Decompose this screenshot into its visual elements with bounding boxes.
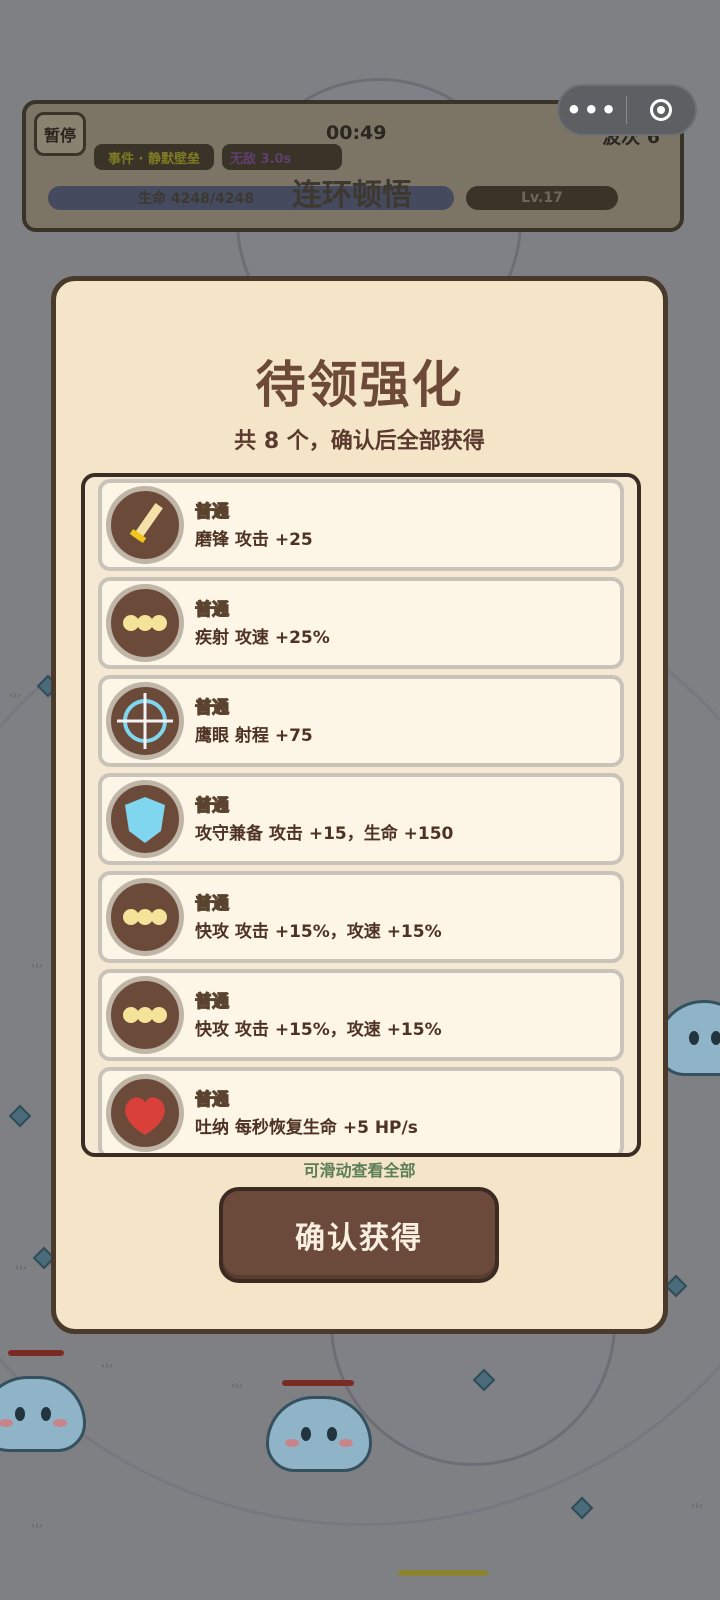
upgrade-desc: 攻守兼备 攻击 +15，生命 +150 xyxy=(195,824,454,844)
rarity-label: 普通 xyxy=(194,795,229,816)
enemy-hp-bar xyxy=(8,1350,64,1356)
pending-upgrades-dialog: 待领强化 共 8 个，确认后全部获得 普通 磨锋 攻击 +25 普通 疾射 攻速… xyxy=(51,276,668,1334)
upgrade-item: 普通 攻守兼备 攻击 +15，生命 +150 xyxy=(98,773,624,865)
grass-tuft: ⺌ xyxy=(100,1363,114,1379)
upgrade-item: 普通 鹰眼 射程 +75 xyxy=(98,675,624,767)
pause-button[interactable]: 暂停 xyxy=(34,112,86,156)
target-icon xyxy=(649,99,672,121)
hp-text: 生命 4248/4248 xyxy=(138,191,254,207)
rarity-label: 普通 xyxy=(194,501,229,522)
enemy-hp-bar xyxy=(282,1380,354,1386)
close-button[interactable] xyxy=(627,99,695,121)
upgrade-desc: 快攻 攻击 +15%，攻速 +15% xyxy=(195,922,442,942)
grass-tuft: ⺌ xyxy=(8,693,22,709)
upgrade-desc: 吐纳 每秒恢复生命 +5 HP/s xyxy=(195,1118,418,1138)
upgrade-item: 普通 快攻 攻击 +15%，攻速 +15% xyxy=(98,871,624,963)
rarity-label: 普通 xyxy=(194,991,229,1012)
grass-tuft: ⺌ xyxy=(14,1265,28,1281)
miniprogram-capsule: ••• xyxy=(557,84,697,136)
grass-tuft: ⺌ xyxy=(30,963,44,979)
shield-icon xyxy=(106,780,184,858)
dialog-subtitle: 共 8 个，确认后全部获得 xyxy=(234,429,485,454)
grass-tuft: ⺌ xyxy=(30,1523,44,1539)
scroll-hint: 可滑动查看全部 xyxy=(303,1161,416,1180)
triple-dot-icon xyxy=(106,584,184,662)
upgrade-desc: 快攻 攻击 +15%，攻速 +15% xyxy=(195,1020,442,1040)
xp-gem xyxy=(570,1496,594,1520)
rarity-label: 普通 xyxy=(194,697,229,718)
level-bar: Lv.17 xyxy=(466,186,618,210)
combo-banner: 连环顿悟 xyxy=(292,178,412,213)
timer: 00:49 xyxy=(326,122,387,144)
heart-icon xyxy=(106,1074,184,1152)
dialog-title: 待领强化 xyxy=(255,356,464,414)
more-button[interactable]: ••• xyxy=(559,96,626,124)
slime-enemy xyxy=(266,1396,372,1472)
sword-icon xyxy=(106,486,184,564)
upgrade-item: 普通 疾射 攻速 +25% xyxy=(98,577,624,669)
confirm-button[interactable]: 确认获得 xyxy=(219,1187,499,1283)
triple-dot-icon xyxy=(106,976,184,1054)
event-badge: 事件 · 静默壁垒 xyxy=(94,144,214,170)
upgrade-item: 普通 吐纳 每秒恢复生命 +5 HP/s xyxy=(98,1067,624,1153)
upgrade-item: 普通 快攻 攻击 +15%，攻速 +15% xyxy=(98,969,624,1061)
grass-tuft: ⺌ xyxy=(230,1383,244,1399)
rarity-label: 普通 xyxy=(194,1089,229,1110)
rarity-label: 普通 xyxy=(194,599,229,620)
upgrade-desc: 疾射 攻速 +25% xyxy=(195,628,330,648)
player-hp-bar xyxy=(398,1570,488,1576)
rarity-label: 普通 xyxy=(194,893,229,914)
crosshair-icon xyxy=(106,682,184,760)
triple-dot-icon xyxy=(106,878,184,956)
upgrade-desc: 鹰眼 射程 +75 xyxy=(195,726,313,746)
invincible-badge: 无敌 3.0s xyxy=(222,144,342,170)
upgrade-desc: 磨锋 攻击 +25 xyxy=(195,530,313,550)
grass-tuft: ⺌ xyxy=(690,1503,704,1519)
upgrade-item: 普通 磨锋 攻击 +25 xyxy=(98,479,624,571)
upgrade-list[interactable]: 普通 磨锋 攻击 +25 普通 疾射 攻速 +25% 普通 鹰眼 射程 +75 … xyxy=(81,473,641,1157)
